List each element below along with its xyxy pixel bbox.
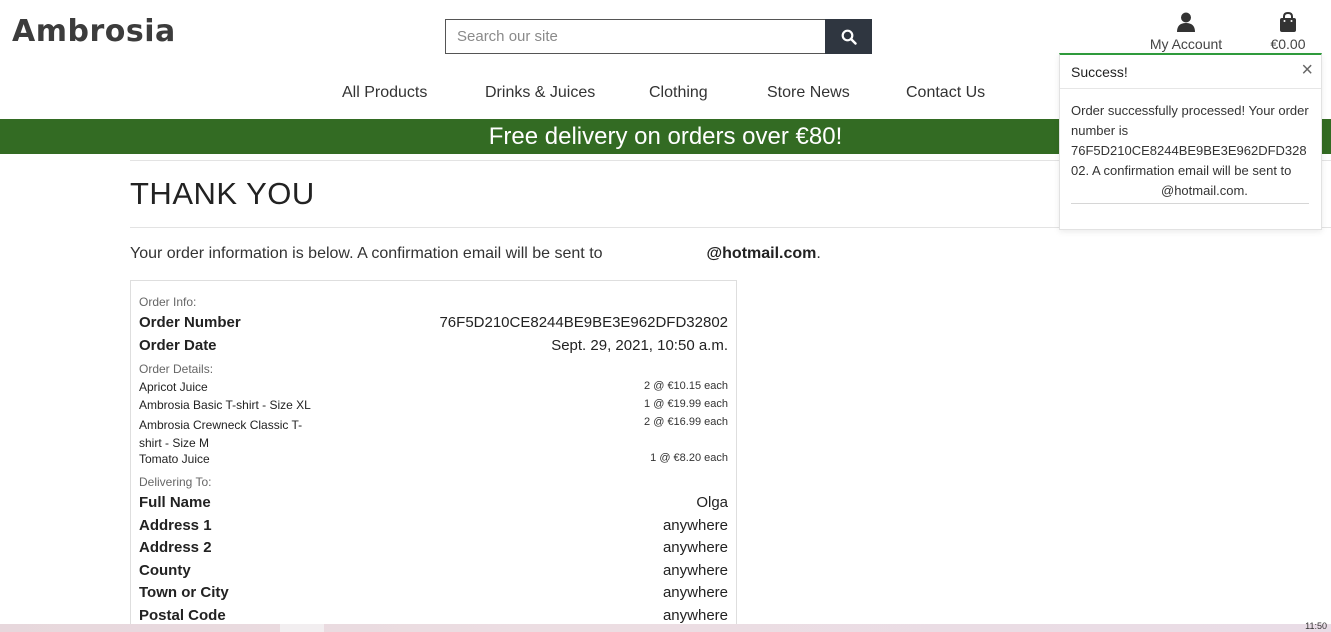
nav-store-news[interactable]: Store News: [767, 84, 850, 102]
shopping-bag-link[interactable]: €0.00: [1262, 12, 1314, 52]
list-item: Ambrosia Crewneck Classic T-shirt - Size…: [139, 416, 728, 452]
item-qty: 1 @ €19.99 each: [644, 398, 728, 410]
toast-email: @hotmail.com.: [1161, 183, 1248, 198]
success-toast: Success! × Order successfully processed!…: [1059, 53, 1322, 230]
delivering-heading: Delivering To:: [139, 475, 212, 489]
nav-clothing[interactable]: Clothing: [649, 84, 708, 102]
account-label: My Account: [1149, 36, 1223, 52]
delivery-row-county: County anywhere: [139, 562, 728, 579]
delivery-row-full-name: Full Name Olga: [139, 494, 728, 511]
toast-message: Order successfully processed! Your order…: [1060, 89, 1322, 201]
toast-header: Success! ×: [1060, 55, 1321, 89]
order-date-row: Order Date Sept. 29, 2021, 10:50 a.m.: [139, 337, 728, 354]
intro-suffix: .: [816, 245, 821, 262]
page-title: THANK YOU: [130, 176, 315, 211]
order-number-value: 76F5D210CE8244BE9BE3E962DFD32802: [439, 314, 728, 331]
list-item: Tomato Juice 1 @ €8.20 each: [139, 452, 728, 466]
bag-total: €0.00: [1270, 36, 1306, 52]
nav-drinks-juices[interactable]: Drinks & Juices: [485, 84, 595, 102]
item-name: Ambrosia Crewneck Classic T-shirt - Size…: [139, 418, 303, 450]
order-date-label: Order Date: [139, 337, 217, 354]
search-button[interactable]: [825, 19, 872, 54]
shopping-bag-icon: [1280, 12, 1296, 32]
item-name: Tomato Juice: [139, 452, 210, 466]
delivery-row-address-2: Address 2 anywhere: [139, 539, 728, 556]
intro-text: Your order information is below. A confi…: [130, 245, 603, 262]
redacted-email: [1071, 185, 1161, 195]
nav-all-products[interactable]: All Products: [342, 84, 427, 102]
order-date-value: Sept. 29, 2021, 10:50 a.m.: [551, 337, 728, 354]
search-form: [445, 19, 872, 54]
toast-divider: [1071, 203, 1309, 204]
order-number-label: Order Number: [139, 314, 241, 331]
redacted-email: [603, 246, 707, 258]
delivery-row-town: Town or City anywhere: [139, 584, 728, 601]
close-icon[interactable]: ×: [1301, 59, 1313, 82]
intro-email: @hotmail.com: [706, 245, 817, 262]
taskbar-clock: 11:50: [1305, 621, 1327, 631]
order-summary-card: Order Info: Order Number 76F5D210CE8244BE…: [130, 280, 737, 632]
order-number-row: Order Number 76F5D210CE8244BE9BE3E962DFD3…: [139, 314, 728, 331]
delivery-row-postal-code: Postal Code anywhere: [139, 607, 728, 624]
list-item: Apricot Juice 2 @ €10.15 each: [139, 380, 728, 394]
os-taskbar: 11:50: [0, 621, 1331, 632]
order-intro: Your order information is below. A confi…: [130, 245, 821, 263]
list-item: Ambrosia Basic T-shirt - Size XL 1 @ €19.…: [139, 398, 728, 412]
toast-message-text: Order successfully processed! Your order…: [1071, 103, 1309, 178]
item-qty: 2 @ €10.15 each: [644, 380, 728, 392]
delivery-row-address-1: Address 1 anywhere: [139, 517, 728, 534]
order-info-heading: Order Info:: [139, 295, 197, 309]
item-name: Apricot Juice: [139, 380, 208, 394]
nav-contact-us[interactable]: Contact Us: [906, 84, 985, 102]
my-account-link[interactable]: My Account: [1140, 12, 1232, 52]
order-details-heading: Order Details:: [139, 362, 214, 376]
taskbar-segment[interactable]: [280, 624, 324, 632]
site-logo[interactable]: Ambrosia: [12, 14, 176, 49]
search-icon: [841, 29, 857, 45]
toast-title: Success!: [1071, 64, 1128, 80]
item-qty: 1 @ €8.20 each: [650, 452, 728, 464]
search-input[interactable]: [445, 19, 825, 54]
item-qty: 2 @ €16.99 each: [644, 416, 728, 428]
item-name: Ambrosia Basic T-shirt - Size XL: [139, 398, 311, 412]
user-icon: [1177, 12, 1195, 32]
